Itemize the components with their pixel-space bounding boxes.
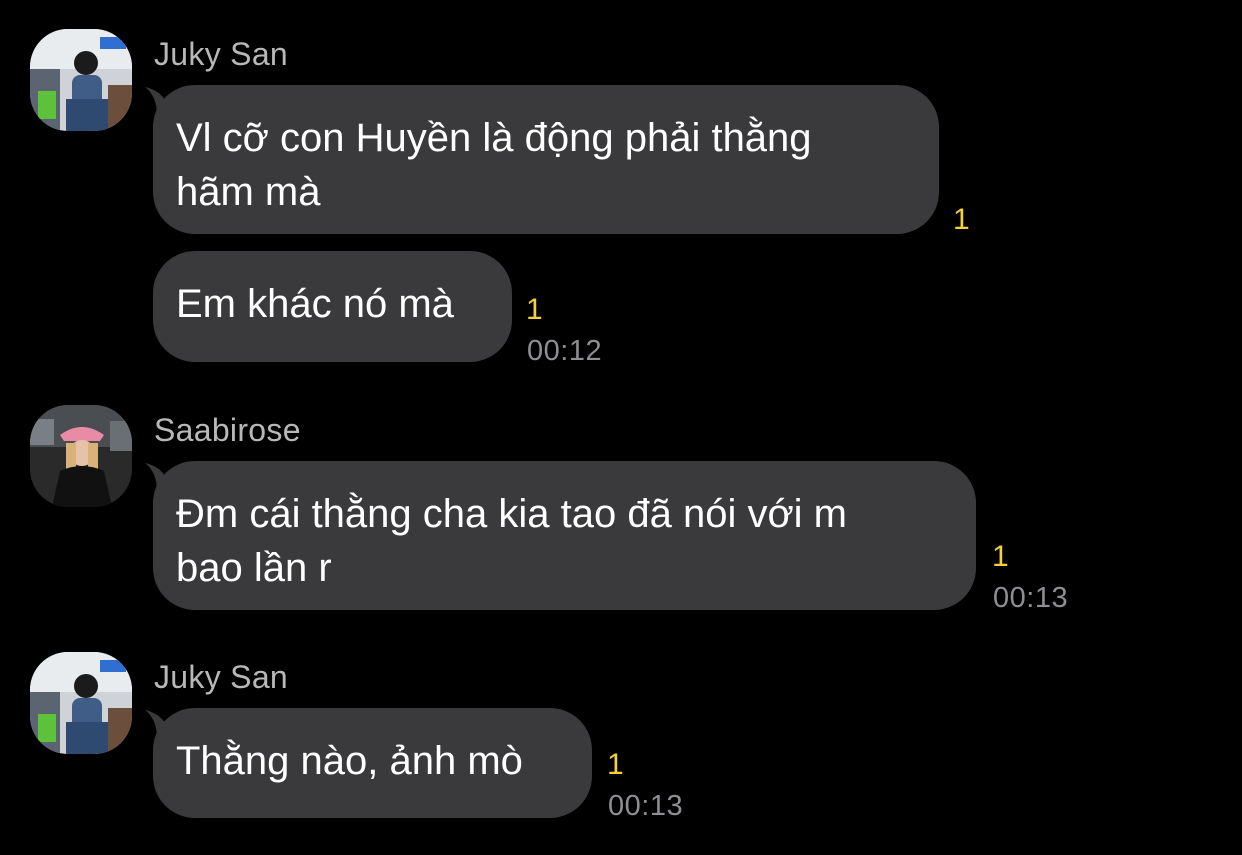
message-bubble[interactable]: Thằng nào, ảnh mò xyxy=(153,708,592,818)
message-text: hãm mà xyxy=(176,170,321,214)
message-timestamp: 00:13 xyxy=(993,582,1069,614)
message-text: Thằng nào, ảnh mò xyxy=(176,739,523,783)
unread-count: 1 xyxy=(953,203,970,236)
profile-photo-icon xyxy=(30,29,132,131)
message-bubble[interactable]: Em khác nó mà xyxy=(153,251,512,362)
profile-photo-icon xyxy=(30,652,132,754)
message-text: Em khác nó mà xyxy=(176,282,454,326)
profile-photo-icon xyxy=(30,405,132,507)
sender-name: Juky San xyxy=(154,659,289,695)
unread-count: 1 xyxy=(607,748,624,781)
unread-count: 1 xyxy=(526,293,543,326)
message-bubble[interactable]: Vl cỡ con Huyền là động phải thằng hãm m… xyxy=(153,85,939,234)
sender-name: Saabirose xyxy=(154,412,301,448)
message-text: Vl cỡ con Huyền là động phải thằng xyxy=(176,116,812,160)
message-timestamp: 00:12 xyxy=(527,335,603,367)
message-text: Đm cái thằng cha kia tao đã nói với m xyxy=(176,492,847,536)
avatar-juky-san[interactable] xyxy=(30,29,132,131)
avatar-juky-san[interactable] xyxy=(30,652,132,754)
message-timestamp: 00:13 xyxy=(608,790,684,822)
avatar-saabirose[interactable] xyxy=(30,405,132,507)
unread-count: 1 xyxy=(992,540,1009,573)
sender-name: Juky San xyxy=(154,36,289,72)
chat-message-list[interactable]: Juky San Vl cỡ con Huyền là động phải th… xyxy=(0,0,1242,855)
message-bubble[interactable]: Đm cái thằng cha kia tao đã nói với m ba… xyxy=(153,461,976,610)
message-text: bao lần r xyxy=(176,546,332,590)
